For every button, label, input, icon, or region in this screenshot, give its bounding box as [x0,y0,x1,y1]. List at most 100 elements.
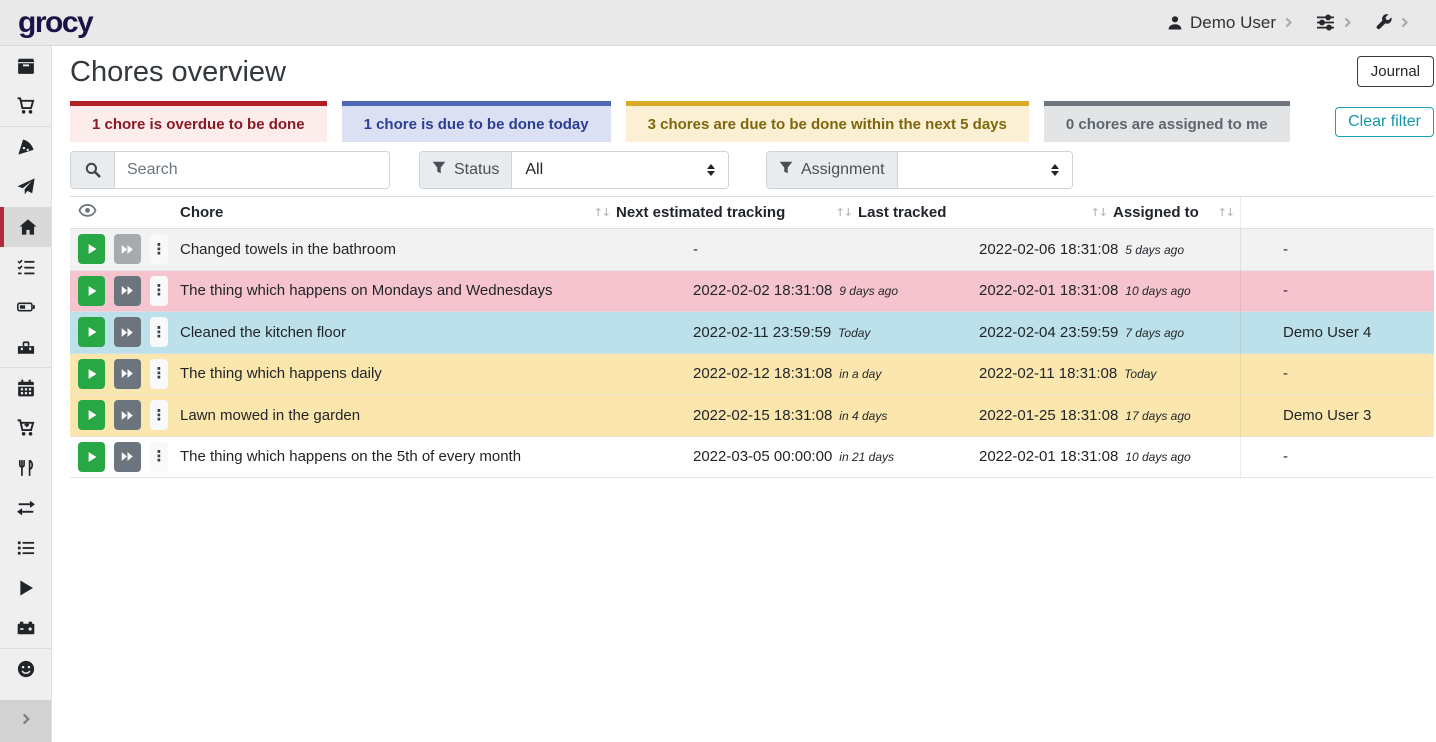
due-soon-chores-card[interactable]: 3 chores are due to be done within the n… [626,101,1029,142]
sidebar-item-stock-overview[interactable] [0,46,51,86]
sidebar-item-tasks[interactable] [0,247,51,287]
chore-menu-button[interactable]: ⋮ [150,276,168,306]
assigned-to-me-card[interactable]: 0 chores are assigned to me [1044,101,1290,142]
next-tracking-value: 2022-03-05 00:00:00 [693,448,832,465]
sidebar-item-purchase[interactable] [0,408,51,448]
assignment-select[interactable] [898,152,1072,188]
calendar-icon [17,379,35,397]
column-header-chore[interactable]: Chore ↑↓ [180,204,616,221]
sidebar-item-transfer[interactable] [0,488,51,528]
clear-filter-button[interactable]: Clear filter [1335,107,1434,137]
next-tracking-relative: 9 days ago [839,284,898,298]
next-tracking-relative: Today [838,326,870,340]
last-tracked-value: 2022-01-25 18:31:08 [979,407,1118,424]
search-input[interactable] [115,152,389,188]
chore-name[interactable]: The thing which happens on Mondays and W… [180,282,693,299]
main-content: Chores overview Journal 1 chore is overd… [52,46,1436,478]
chore-menu-button[interactable]: ⋮ [150,234,168,264]
skip-chore-button[interactable] [114,276,141,306]
wrench-icon [1375,14,1392,31]
chore-menu-button[interactable]: ⋮ [150,442,168,472]
last-tracked-relative: 10 days ago [1125,450,1190,464]
chore-menu-button[interactable]: ⋮ [150,400,168,430]
search-icon [71,152,115,188]
sidebar-item-chore-tracking[interactable] [0,568,51,608]
table-row: ⋮ The thing which happens on the 5th of … [70,437,1434,479]
cart-plus-icon [17,419,35,437]
column-header-assigned-to[interactable]: Assigned to ↑↓ [1113,204,1240,221]
settings-menu[interactable] [1316,14,1353,31]
pizza-slice-icon [17,138,35,156]
column-visibility-toggle[interactable] [70,203,180,222]
grocy-logo[interactable]: grocy [18,8,92,38]
filter-icon [432,161,446,180]
track-chore-button[interactable] [78,442,105,472]
filter-icon [779,161,793,180]
sidebar-item-batteries[interactable] [0,287,51,327]
skip-chore-button[interactable] [114,442,141,472]
last-tracked-relative: 7 days ago [1125,326,1184,340]
assigned-to-value: Demo User 4 [1283,324,1434,341]
sidebar-item-battery-tracking[interactable] [0,608,51,648]
column-header-next-tracking[interactable]: Next estimated tracking ↑↓ [616,204,858,221]
last-tracked-value: 2022-02-04 23:59:59 [979,324,1118,341]
assignment-filter-label: Assignment [801,161,885,179]
sidebar-item-chores-overview[interactable] [0,207,51,247]
status-select-value: All [525,161,543,179]
last-tracked-relative: Today [1124,367,1156,381]
chores-table: Chore ↑↓ Next estimated tracking ↑↓ Last… [70,196,1434,478]
track-chore-button[interactable] [78,359,105,389]
chore-name[interactable]: The thing which happens on the 5th of ev… [180,448,693,465]
table-column-divider [1240,196,1241,478]
skip-chore-button[interactable] [114,400,141,430]
home-icon [19,218,37,236]
select-caret-icon [707,164,715,176]
sidebar-item-recipes[interactable] [0,127,51,167]
chore-menu-button[interactable]: ⋮ [150,317,168,347]
summary-cards-row: 1 chore is overdue to be done 1 chore is… [70,101,1434,142]
sidebar-item-feedback[interactable] [0,649,51,689]
sidebar-item-calendar[interactable] [0,368,51,408]
assigned-to-value: Demo User 3 [1283,407,1434,424]
sidebar-item-consume[interactable] [0,448,51,488]
assigned-to-value: - [1283,448,1434,465]
overdue-chores-card[interactable]: 1 chore is overdue to be done [70,101,327,142]
sidebar-item-meal-plan[interactable] [0,167,51,207]
last-tracked-relative: 5 days ago [1125,243,1184,257]
chore-menu-button[interactable]: ⋮ [150,359,168,389]
table-row: ⋮ The thing which happens on Mondays and… [70,271,1434,313]
sidebar-item-inventory[interactable] [0,528,51,568]
chore-name[interactable]: The thing which happens daily [180,365,693,382]
utensils-icon [17,459,35,477]
journal-button[interactable]: Journal [1357,56,1434,87]
due-today-chores-card[interactable]: 1 chore is due to be done today [342,101,611,142]
sort-icon: ↑↓ [836,206,852,219]
next-tracking-value: 2022-02-02 18:31:08 [693,282,832,299]
user-menu-label: Demo User [1190,13,1276,33]
chore-name[interactable]: Changed towels in the bathroom [180,241,693,258]
track-chore-button[interactable] [78,234,105,264]
select-caret-icon [1051,164,1059,176]
user-menu[interactable]: Demo User [1167,13,1294,33]
last-tracked-value: 2022-02-11 18:31:08 [979,365,1117,382]
skip-chore-button[interactable] [114,359,141,389]
skip-chore-button[interactable] [114,317,141,347]
chore-name[interactable]: Cleaned the kitchen floor [180,324,693,341]
track-chore-button[interactable] [78,317,105,347]
assigned-to-value: - [1283,282,1434,299]
eye-icon [78,203,97,222]
exchange-icon [17,499,35,517]
chore-name[interactable]: Lawn mowed in the garden [180,407,693,424]
admin-menu[interactable] [1375,14,1410,31]
sidebar-item-shopping-list[interactable] [0,86,51,126]
sidebar-expand-button[interactable] [0,700,51,742]
next-tracking-value: - [693,241,698,258]
track-chore-button[interactable] [78,276,105,306]
column-header-last-tracked[interactable]: Last tracked ↑↓ [858,204,1113,221]
track-chore-button[interactable] [78,400,105,430]
sidebar-item-equipment[interactable] [0,327,51,367]
chevron-right-icon [1283,17,1294,28]
box-icon [17,57,35,75]
sidebar [0,46,52,742]
status-select[interactable]: All [512,152,728,188]
